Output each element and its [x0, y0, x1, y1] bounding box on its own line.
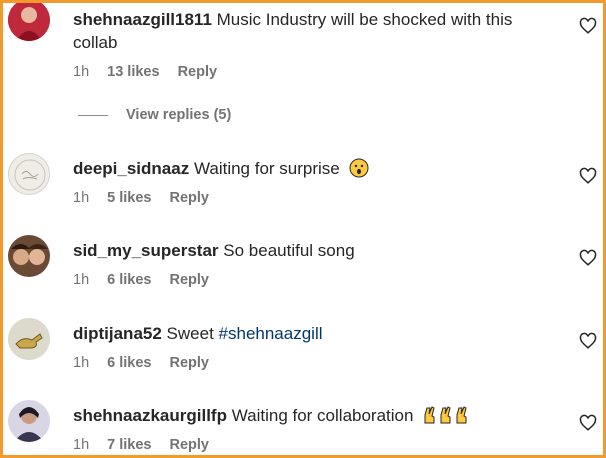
- comment-text: shehnaazgill1811 Music Industry will be …: [73, 8, 543, 54]
- comment-text: diptijana52 Sweet #shehnaazgill: [73, 322, 543, 345]
- comment-meta: 1h 6 likes Reply: [73, 272, 209, 288]
- comment-likes[interactable]: 13 likes: [107, 64, 159, 80]
- comment-likes[interactable]: 6 likes: [107, 355, 151, 371]
- replies-divider: [78, 114, 108, 116]
- comment-likes[interactable]: 7 likes: [107, 437, 151, 453]
- comment-body: Sweet: [166, 324, 214, 343]
- comment-text: deepi_sidnaaz Waiting for surprise: [73, 157, 543, 180]
- avatar[interactable]: [8, 318, 50, 360]
- comment-meta: 1h 7 likes Reply: [73, 437, 209, 453]
- comment-likes[interactable]: 5 likes: [107, 190, 151, 206]
- comment-text: shehnaazkaurgillfp Waiting for collabora…: [73, 404, 543, 427]
- comment-username[interactable]: shehnaazgill1811: [73, 10, 212, 29]
- heart-icon[interactable]: [579, 414, 597, 432]
- avatar-image: [10, 155, 49, 194]
- avatar[interactable]: [8, 153, 50, 195]
- avatar-image: [8, 235, 50, 277]
- heart-icon[interactable]: [579, 167, 597, 185]
- avatar-image: [8, 318, 50, 360]
- comment-text: sid_my_superstar So beautiful song: [73, 239, 543, 262]
- comment-body: Waiting for surprise: [193, 159, 340, 178]
- comment-time[interactable]: 1h: [73, 190, 89, 206]
- comment-meta: 1h 6 likes Reply: [73, 355, 209, 371]
- reply-button[interactable]: Reply: [169, 272, 209, 288]
- comment-time[interactable]: 1h: [73, 355, 89, 371]
- avatar[interactable]: [8, 3, 50, 41]
- avatar[interactable]: [8, 400, 50, 442]
- view-replies-label: View replies (5): [126, 107, 232, 123]
- comment-meta: 1h 13 likes Reply: [73, 64, 217, 80]
- avatar[interactable]: [8, 235, 50, 277]
- reply-button[interactable]: Reply: [169, 437, 209, 453]
- comment-username[interactable]: diptijana52: [73, 324, 162, 343]
- comment-likes[interactable]: 6 likes: [107, 272, 151, 288]
- comment-body: Waiting for collaboration: [231, 406, 414, 425]
- comment-time[interactable]: 1h: [73, 272, 89, 288]
- hashtag-link[interactable]: #shehnaazgill: [219, 324, 323, 343]
- comment-body: So beautiful song: [223, 241, 355, 260]
- reply-button[interactable]: Reply: [169, 355, 209, 371]
- comment-username[interactable]: shehnaazkaurgillfp: [73, 406, 227, 425]
- reply-button[interactable]: Reply: [169, 190, 209, 206]
- heart-icon[interactable]: [579, 332, 597, 350]
- heart-icon[interactable]: [579, 249, 597, 267]
- comment-meta: 1h 5 likes Reply: [73, 190, 209, 206]
- avatar-image: [8, 400, 50, 442]
- comments-panel: shehnaazgill1811 Music Industry will be …: [0, 0, 606, 458]
- surprised-face-emoji: [349, 158, 368, 178]
- comment-time[interactable]: 1h: [73, 64, 89, 80]
- reply-button[interactable]: Reply: [178, 64, 218, 80]
- heart-icon[interactable]: [579, 17, 597, 35]
- avatar-image: [8, 3, 50, 41]
- comment-time[interactable]: 1h: [73, 437, 89, 453]
- view-replies-button[interactable]: View replies (5): [78, 107, 231, 123]
- comment-username[interactable]: sid_my_superstar: [73, 241, 219, 260]
- crossed-fingers-emoji: [424, 406, 467, 424]
- comment-username[interactable]: deepi_sidnaaz: [73, 159, 189, 178]
